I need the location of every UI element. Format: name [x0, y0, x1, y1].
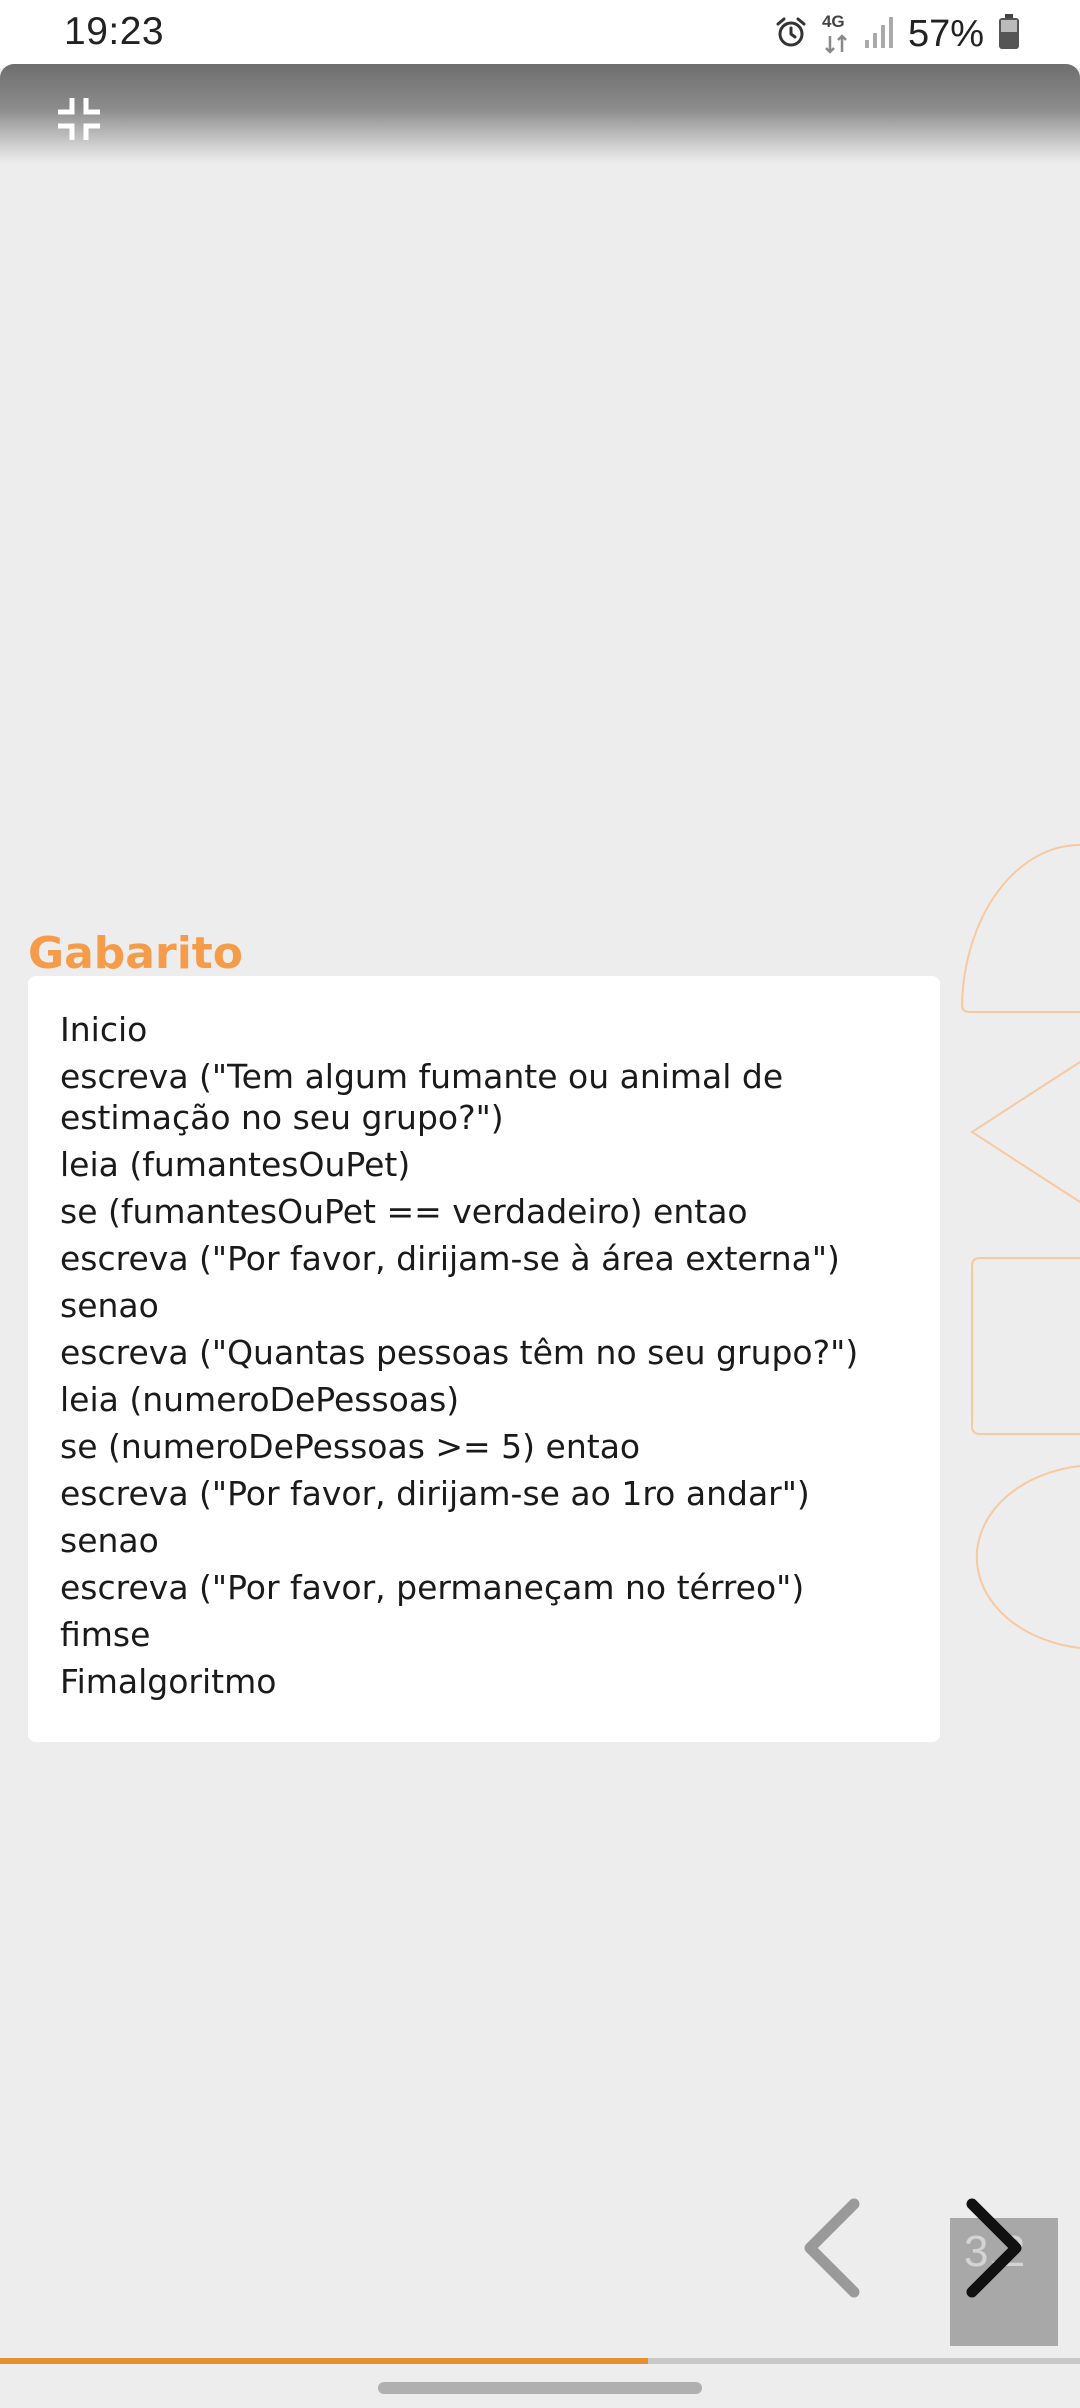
chevron-left-icon [804, 2198, 860, 2298]
code-line: Fimalgoritmo [60, 1662, 277, 1701]
top-toolbar [0, 64, 1080, 164]
code-line: se (numeroDePessoas >= 5) entao [60, 1427, 641, 1466]
code-line: senao [60, 1286, 159, 1325]
code-line: se (fumantesOuPet == verdadeiro) entao [60, 1192, 748, 1231]
code-line: escreva ("Tem algum fumante ou animal de… [60, 1057, 784, 1137]
progress-bar [0, 2358, 1080, 2364]
code-line: senao [60, 1521, 159, 1560]
network-label: 4G [821, 12, 845, 31]
chevron-right-icon [966, 2198, 1022, 2298]
answer-card: Inicio escreva ("Tem algum fumante ou an… [28, 976, 940, 1742]
exit-fullscreen-icon[interactable] [54, 94, 104, 144]
network-4g-icon: 4G [822, 12, 850, 56]
battery-icon [998, 13, 1020, 55]
code-line: leia (fumantesOuPet) [60, 1145, 411, 1184]
code-line: fimse [60, 1615, 151, 1654]
gesture-handle[interactable] [378, 2382, 702, 2394]
battery-percent: 57% [907, 12, 984, 55]
section-title: Gabarito [28, 928, 244, 979]
code-line: escreva ("Por favor, dirijam-se ao 1ro a… [60, 1474, 810, 1513]
code-line: escreva ("Quantas pessoas têm no seu gru… [60, 1333, 859, 1372]
code-line: Inicio [60, 1010, 148, 1049]
status-time: 19:23 [64, 10, 165, 53]
signal-icon [864, 16, 894, 53]
next-page-button[interactable] [958, 2196, 1030, 2300]
progress-fill [0, 2358, 648, 2364]
code-line: escreva ("Por favor, permaneçam no térre… [60, 1568, 805, 1607]
status-icons: 4G 57% [774, 8, 1020, 60]
previous-page-button[interactable] [796, 2196, 868, 2300]
code-line: escreva ("Por favor, dirijam-se à área e… [60, 1239, 840, 1278]
status-bar: 19:23 4G 57% [0, 0, 1080, 68]
alarm-icon [774, 15, 808, 54]
code-line: leia (numeroDePessoas) [60, 1380, 460, 1419]
